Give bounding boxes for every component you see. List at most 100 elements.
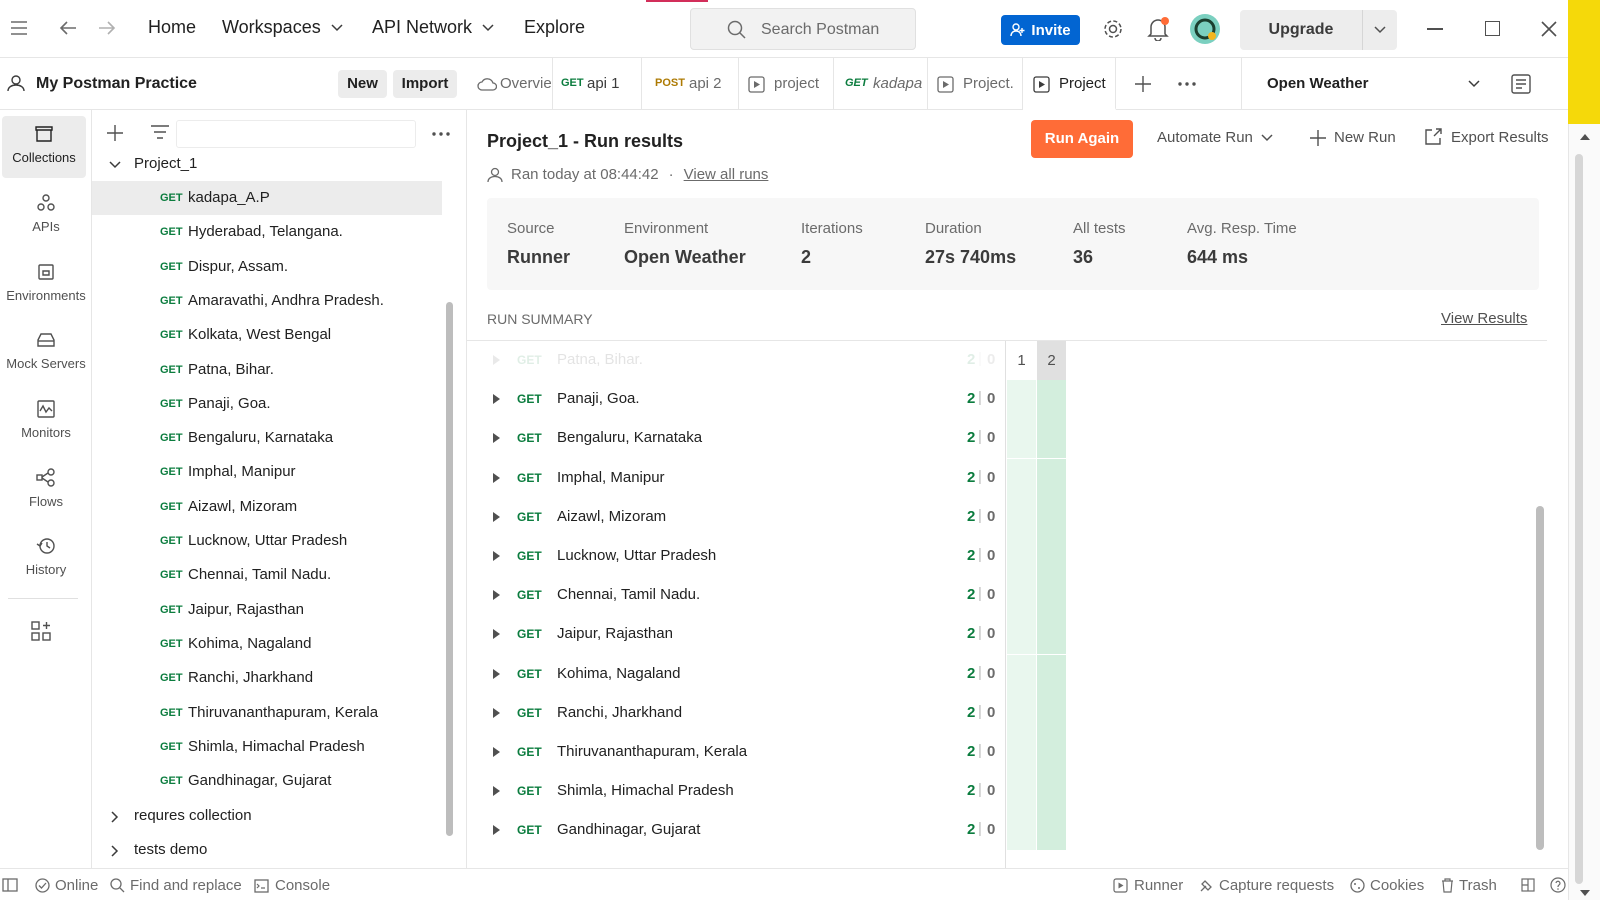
iteration-2-cell[interactable] — [1037, 458, 1066, 498]
collection-row[interactable]: tests demo — [92, 833, 442, 868]
tab-overview[interactable]: Overvie — [467, 58, 553, 110]
iteration-1-cell[interactable] — [1007, 693, 1036, 733]
view-all-runs-link[interactable]: View all runs — [684, 166, 769, 183]
iteration-2-cell[interactable] — [1037, 419, 1066, 459]
sidebar-request-item[interactable]: GET Kohima, Nagaland — [92, 627, 442, 661]
iteration-2-cell[interactable] — [1037, 693, 1066, 733]
iteration-1-cell[interactable] — [1007, 772, 1036, 812]
sidebar-request-item[interactable]: GET Hyderabad, Telangana. — [92, 215, 442, 249]
rail-item-environments[interactable]: Environments — [0, 262, 92, 303]
summary-row[interactable]: GET Aizawl, Mizoram 2 | 0 — [467, 497, 1547, 537]
tab-api-2[interactable]: POST api 2 — [642, 58, 739, 110]
rail-item-collections[interactable]: Collections — [2, 116, 86, 178]
runner-button[interactable]: Runner — [1113, 877, 1183, 894]
filter-icon[interactable] — [151, 125, 169, 139]
main-scrollbar[interactable] — [1536, 506, 1544, 850]
iteration-2-cell[interactable] — [1037, 497, 1066, 537]
summary-row[interactable]: GET Jaipur, Rajasthan 2 | 0 — [467, 615, 1547, 655]
scroll-down-arrow-icon[interactable] — [1580, 890, 1590, 896]
configure-sidebar-icon[interactable] — [31, 621, 51, 641]
sidebar-request-item[interactable]: GET Chennai, Tamil Nadu. — [92, 558, 442, 592]
rail-item-apis[interactable]: APIs — [0, 193, 92, 234]
close-window-icon[interactable] — [1541, 21, 1557, 37]
iteration-1-cell[interactable] — [1007, 419, 1036, 459]
iteration-1-cell[interactable] — [1007, 458, 1036, 498]
console-button[interactable]: Console — [254, 877, 330, 894]
iteration-1-cell[interactable] — [1007, 615, 1036, 655]
upgrade-button[interactable]: Upgrade — [1240, 10, 1397, 50]
sidebar-request-item[interactable]: GET Aizawl, Mizoram — [92, 490, 442, 524]
iteration-2-cell[interactable] — [1037, 576, 1066, 616]
iteration-2-cell[interactable] — [1037, 772, 1066, 812]
find-and-replace[interactable]: Find and replace — [110, 877, 242, 894]
sidebar-request-item[interactable]: GET Gandhinagar, Gujarat — [92, 764, 442, 798]
sidebar-request-item[interactable]: GET Imphal, Manipur — [92, 455, 442, 489]
iteration-2-cell[interactable] — [1037, 811, 1066, 851]
sidebar-request-item[interactable]: GET Patna, Bihar. — [92, 353, 442, 387]
chevron-down-icon[interactable] — [1374, 26, 1386, 34]
environment-quick-look-icon[interactable] — [1511, 74, 1531, 94]
page-scrollbar[interactable] — [1568, 124, 1600, 900]
iteration-2-cell[interactable] — [1037, 380, 1066, 420]
rail-item-mock-servers[interactable]: Mock Servers — [0, 330, 92, 371]
sidebar-request-item[interactable]: GET Thiruvananthapuram, Kerala — [92, 696, 442, 730]
iteration-1-cell[interactable] — [1007, 497, 1036, 537]
view-results-link[interactable]: View Results — [1441, 310, 1527, 327]
toggle-sidebar-icon[interactable] — [2, 878, 18, 892]
new-button[interactable]: New — [338, 70, 387, 98]
hamburger-menu-icon[interactable] — [11, 21, 27, 35]
avatar[interactable] — [1190, 14, 1220, 44]
rail-item-flows[interactable]: Flows — [0, 468, 92, 509]
iteration-2-cell[interactable] — [1037, 654, 1066, 694]
add-collection-icon[interactable] — [107, 125, 123, 141]
environment-selector[interactable]: Open Weather — [1241, 58, 1494, 110]
sidebar-request-item[interactable]: GET Shimla, Himachal Pradesh — [92, 730, 442, 764]
iteration-1-cell[interactable] — [1007, 733, 1036, 772]
tab-api-1[interactable]: GET api 1 — [553, 58, 642, 110]
summary-row[interactable]: GET Thiruvananthapuram, Kerala 2 | 0 — [467, 733, 1547, 772]
iteration-1-cell[interactable] — [1007, 380, 1036, 420]
tab-project-runner[interactable]: project — [739, 58, 834, 110]
sidebar-search-input[interactable] — [176, 120, 416, 148]
invite-button[interactable]: Invite — [1001, 15, 1080, 45]
summary-row[interactable]: GET Ranchi, Jharkhand 2 | 0 — [467, 693, 1547, 733]
sidebar-request-item[interactable]: GET kadapa_A.P — [92, 181, 442, 215]
sidebar-request-item[interactable]: GET Jaipur, Rajasthan — [92, 593, 442, 627]
export-results-button[interactable]: Export Results — [1424, 128, 1549, 146]
more-options-icon[interactable] — [432, 132, 450, 136]
rail-item-monitors[interactable]: Monitors — [0, 399, 92, 440]
summary-row-faded[interactable]: GET Patna, Bihar. 2 | 0 — [467, 341, 1547, 380]
summary-row[interactable]: GET Bengaluru, Karnataka 2 | 0 — [467, 419, 1547, 459]
iteration-1-cell[interactable] — [1007, 654, 1036, 694]
summary-row[interactable]: GET Kohima, Nagaland 2 | 0 — [467, 654, 1547, 694]
online-status[interactable]: Online — [35, 877, 98, 894]
rail-item-history[interactable]: History — [0, 536, 92, 577]
back-arrow-icon[interactable] — [59, 20, 77, 36]
tab-project-active[interactable]: Project — [1023, 58, 1116, 110]
tab-kadapa[interactable]: GET kadapa — [834, 58, 928, 110]
summary-row[interactable]: GET Shimla, Himachal Pradesh 2 | 0 — [467, 772, 1547, 812]
minimize-window-icon[interactable] — [1427, 28, 1443, 30]
capture-requests-button[interactable]: Capture requests — [1199, 877, 1334, 894]
run-again-button[interactable]: Run Again — [1031, 120, 1133, 158]
maximize-window-icon[interactable] — [1485, 21, 1500, 36]
sidebar-request-item[interactable]: GET Ranchi, Jharkhand — [92, 661, 442, 695]
summary-row[interactable]: GET Lucknow, Uttar Pradesh 2 | 0 — [467, 537, 1547, 576]
sidebar-request-item[interactable]: GET Lucknow, Uttar Pradesh — [92, 524, 442, 558]
iteration-2-cell[interactable] — [1037, 615, 1066, 655]
forward-arrow-icon[interactable] — [98, 20, 116, 36]
trash-button[interactable]: Trash — [1441, 877, 1497, 894]
nav-home[interactable]: Home — [148, 17, 196, 38]
iteration-2-cell[interactable] — [1037, 537, 1066, 576]
summary-row[interactable]: GET Panaji, Goa. 2 | 0 — [467, 380, 1547, 420]
help-icon[interactable] — [1550, 877, 1566, 893]
new-tab-icon[interactable] — [1135, 76, 1151, 92]
collection-row[interactable]: Project_1 — [92, 147, 442, 181]
iteration-1-cell[interactable] — [1007, 811, 1036, 851]
nav-workspaces[interactable]: Workspaces — [222, 17, 343, 38]
collection-row[interactable]: requres collection — [92, 799, 442, 833]
sidebar-request-item[interactable]: GET Bengaluru, Karnataka — [92, 421, 442, 455]
summary-row[interactable]: GET Chennai, Tamil Nadu. 2 | 0 — [467, 576, 1547, 616]
sidebar-request-item[interactable]: GET Panaji, Goa. — [92, 387, 442, 421]
page-scrollbar-thumb[interactable] — [1575, 154, 1583, 884]
